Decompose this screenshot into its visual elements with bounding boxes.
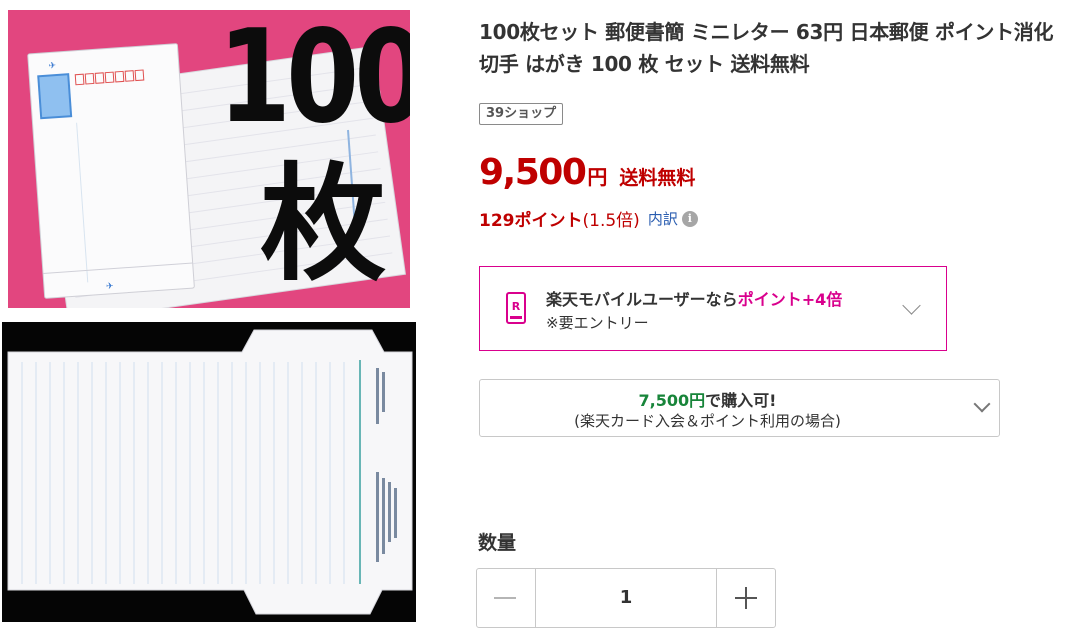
rakuten-r-glyph: R: [511, 300, 521, 313]
points-row: 129ポイント (1.5倍) 内訳 i: [479, 206, 698, 231]
card-discount-promo[interactable]: 7,500円で購入可! (楽天カード入会＆ポイント利用の場合): [479, 379, 1000, 437]
quantity-label: 数量: [478, 532, 517, 554]
mobile-user-promo[interactable]: R 楽天モバイルユーザーならポイント+4倍 ※要エントリー: [479, 266, 947, 351]
product-image-main[interactable]: ✈ ✈ 100 枚: [8, 10, 410, 308]
quantity-increase-button[interactable]: [717, 569, 775, 627]
opened-letter-illustration: [7, 329, 413, 615]
card-promo-note: (楽天カード入会＆ポイント利用の場合): [574, 412, 841, 430]
quantity-decrease-button[interactable]: [477, 569, 535, 627]
product-image-opened-letter[interactable]: [2, 322, 416, 622]
quantity-input[interactable]: 1: [535, 569, 717, 627]
shop-badge: 39ショップ: [479, 103, 564, 125]
smartphone-icon: R: [506, 292, 526, 324]
mobile-promo-prefix: 楽天モバイルユーザーなら: [546, 290, 738, 309]
image-text-hundred: 100: [218, 10, 410, 152]
points-multiplier: (1.5倍): [582, 211, 640, 231]
product-title: 100枚セット 郵便書簡 ミニレター 63円 日本郵便 ポイント消化 切手 はが…: [479, 20, 1054, 76]
svg-text:✈: ✈: [48, 61, 57, 72]
points-amount: 129ポイント: [479, 211, 583, 231]
card-promo-suffix: で購入可!: [705, 391, 777, 410]
chevron-down-icon[interactable]: [902, 296, 921, 315]
price-row: 9,500 円 送料無料: [479, 152, 695, 196]
price-currency: 円: [587, 165, 608, 189]
card-promo-price: 7,500円: [638, 391, 706, 410]
mobile-promo-headline: 楽天モバイルユーザーならポイント+4倍: [546, 286, 842, 310]
svg-text:✈: ✈: [106, 282, 115, 293]
image-text-mai: 枚: [260, 151, 386, 298]
price-amount: 9,500: [479, 152, 587, 193]
card-promo-headline: 7,500円で購入可!: [480, 387, 935, 411]
mobile-promo-highlight: ポイント+4倍: [737, 290, 843, 309]
shipping-free-label: 送料無料: [619, 167, 696, 189]
points-breakdown-link[interactable]: 内訳: [648, 208, 678, 229]
chevron-down-icon[interactable]: [973, 395, 991, 413]
mobile-promo-entry-note: ※要エントリー: [546, 314, 649, 332]
quantity-stepper: 1: [476, 568, 776, 628]
info-icon[interactable]: i: [681, 210, 698, 227]
